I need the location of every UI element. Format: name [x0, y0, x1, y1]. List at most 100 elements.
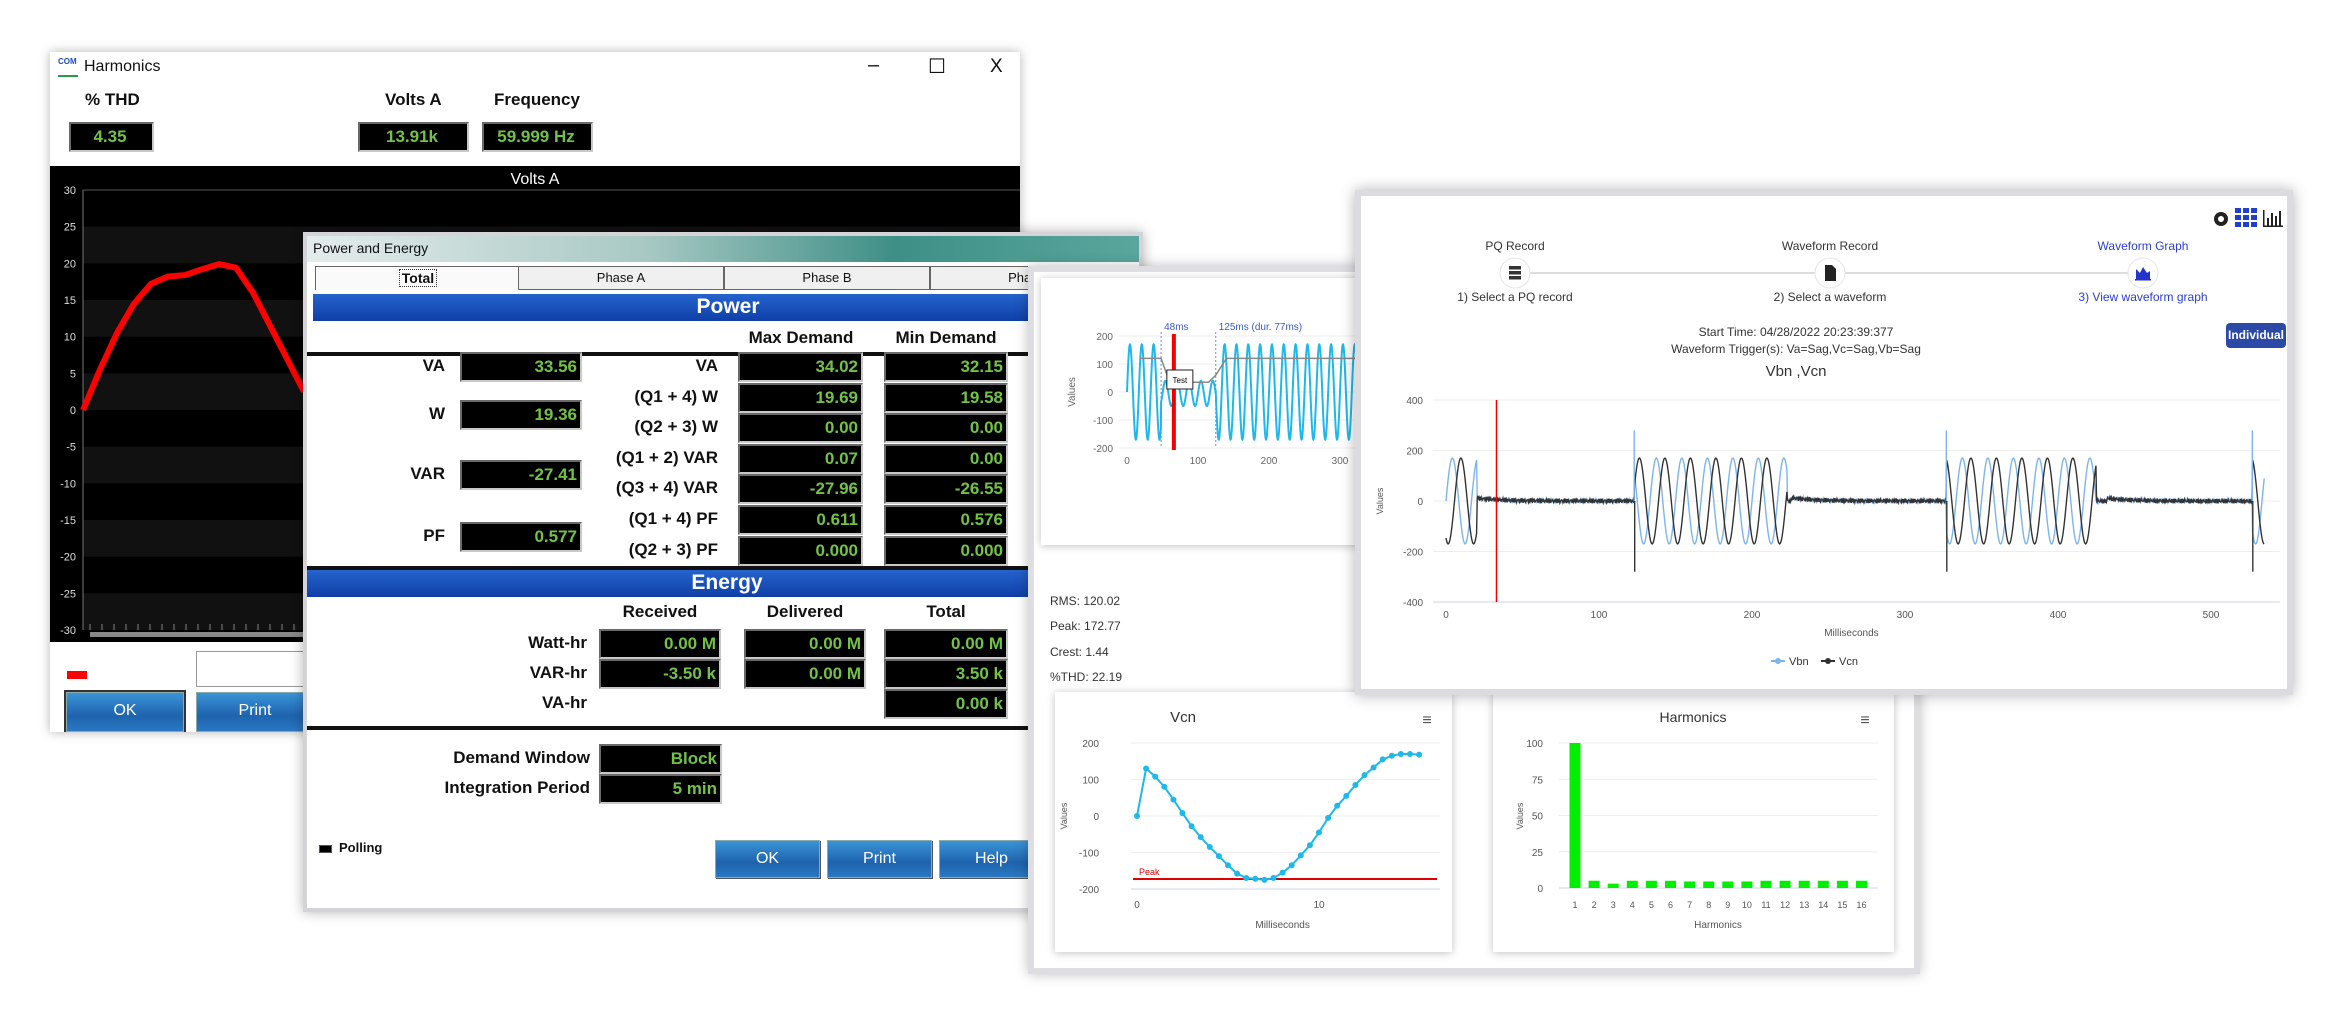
x-tick-label: 6	[1668, 900, 1673, 910]
harmonic-bar	[1836, 880, 1848, 888]
y-tick-label: 5	[70, 368, 76, 380]
crest-value: Crest: 1.44	[1050, 645, 1109, 659]
step-subtitle[interactable]: 3) View waveform graph	[2043, 290, 2243, 304]
x-tick-label: 0	[1134, 900, 1140, 911]
marker-label: 48ms	[1164, 322, 1188, 333]
y-axis-label: Values	[1067, 377, 1078, 407]
menu-icon: ≡	[1422, 712, 1431, 729]
x-tick-label: 9	[1725, 900, 1730, 910]
thd-label: % THD	[85, 90, 140, 109]
tab-phase-b[interactable]: Phase B	[724, 266, 930, 290]
y-tick-label: -10	[60, 478, 76, 490]
rms-value: RMS: 120.02	[1050, 594, 1121, 608]
y-tick-label: -400	[1403, 598, 1423, 609]
dashboard-icon[interactable]	[2214, 212, 2228, 226]
y-tick-label: 0	[1107, 388, 1113, 399]
row-label: (Q1 + 4) W	[634, 387, 718, 406]
menu-icon: ≡	[1860, 712, 1869, 729]
total-value: 3.50 k	[884, 659, 1008, 689]
file-icon	[1825, 265, 1836, 281]
min-demand-value: -26.55	[884, 474, 1008, 504]
print-button[interactable]: Print	[827, 840, 932, 878]
x-tick-label: 300	[1332, 456, 1349, 467]
vcn-series	[1136, 752, 1420, 881]
step-1-button[interactable]	[1499, 257, 1531, 289]
x-tick-label: 100	[1591, 610, 1608, 621]
y-tick-label: 200	[1096, 332, 1113, 343]
step-subtitle[interactable]: 2) Select a waveform	[1730, 290, 1930, 304]
left-label: PF	[423, 526, 445, 545]
chart-title: Harmonics	[1660, 709, 1727, 725]
start-time: Start Time: 04/28/2022 20:23:39:377	[1698, 325, 1894, 339]
row-label: VA	[695, 356, 718, 375]
vcn-chart-card: Vcn ≡ 200 100 0 -100 -200 0 10 Milliseconds Values…	[1055, 692, 1452, 952]
tab-phase-a[interactable]: Phase A	[518, 266, 724, 290]
x-axis-label: Milliseconds	[1824, 628, 1878, 639]
bar-chart-icon[interactable]	[2263, 210, 2283, 227]
step-title[interactable]: Waveform Record	[1730, 239, 1930, 253]
step-3-button[interactable]	[2127, 257, 2159, 289]
grid-icon[interactable]	[2235, 208, 2257, 227]
step-title[interactable]: PQ Record	[1415, 239, 1615, 253]
y-axis-label: Values	[1375, 487, 1385, 514]
data-point	[1270, 875, 1277, 882]
x-tick-label: 200	[1261, 456, 1278, 467]
y-tick-label: 100	[1526, 739, 1543, 750]
print-button[interactable]: Print	[196, 692, 314, 732]
energy-row-label: VA-hr	[541, 693, 587, 712]
data-point	[1416, 751, 1423, 758]
harmonic-bar	[1607, 883, 1619, 888]
volts-a-value: 13.91k	[358, 122, 469, 152]
divider	[307, 726, 1139, 730]
y-tick-label: -200	[1079, 885, 1099, 896]
y-tick-label: -200	[1403, 548, 1423, 559]
data-point	[1243, 875, 1250, 882]
thd-value: 4.35	[69, 122, 154, 152]
x-axis-label: Harmonics	[1694, 920, 1742, 931]
chart-title: Vcn	[1170, 709, 1196, 726]
ok-button[interactable]: OK	[715, 840, 820, 878]
left-label: VA	[422, 356, 445, 375]
x-tick-label: 0	[1124, 456, 1130, 467]
minimize-button[interactable]: –	[868, 54, 879, 77]
step-2-button[interactable]	[1814, 257, 1846, 289]
max-demand-value: -27.96	[738, 474, 863, 504]
y-tick-label: 200	[1082, 739, 1099, 750]
energy-row-label: Watt-hr	[528, 633, 587, 652]
energy-header: Energy	[307, 570, 1139, 597]
data-point	[1306, 842, 1313, 849]
data-point	[1143, 765, 1150, 772]
peak-value: Peak: 172.77	[1050, 619, 1121, 633]
data-point	[1316, 829, 1322, 836]
harmonic-bar	[1569, 743, 1581, 888]
close-button[interactable]: X	[990, 56, 1003, 78]
row-label: (Q1 + 2) VAR	[615, 448, 718, 467]
legend-swatch	[67, 671, 87, 679]
individual-button[interactable]: Individual	[2226, 323, 2286, 348]
data-point	[1225, 862, 1231, 869]
maximize-button[interactable]: ☐	[928, 54, 946, 79]
tab-total[interactable]: Total	[315, 266, 521, 290]
frequency-value: 59.999 Hz	[482, 122, 593, 152]
min-demand-value: 0.00	[884, 413, 1008, 443]
cursor-line	[1171, 334, 1176, 450]
harmonic-bar	[1588, 880, 1600, 888]
y-tick-label: 25	[1532, 848, 1544, 859]
step-subtitle[interactable]: 1) Select a PQ record	[1415, 290, 1615, 304]
y-tick-label: -25	[60, 588, 76, 600]
data-point	[1343, 792, 1350, 799]
step-title[interactable]: Waveform Graph	[2043, 239, 2243, 253]
chart-title: Volts A	[511, 171, 560, 188]
y-tick-label: -15	[60, 515, 76, 527]
delivered-value: 0.00 M	[744, 659, 866, 689]
data-point	[1261, 876, 1268, 883]
thd-value: %THD: 22.19	[1050, 670, 1123, 684]
y-tick-label: 20	[64, 258, 76, 270]
demand-window-value: Block	[599, 744, 722, 774]
ok-button[interactable]: OK	[64, 690, 186, 732]
y-tick-label: 15	[64, 295, 76, 307]
y-tick-label: -5	[66, 442, 76, 454]
energy-row-label: VAR-hr	[529, 663, 587, 682]
row-label: (Q2 + 3) PF	[628, 540, 718, 559]
x-tick-label: 2	[1592, 900, 1597, 910]
